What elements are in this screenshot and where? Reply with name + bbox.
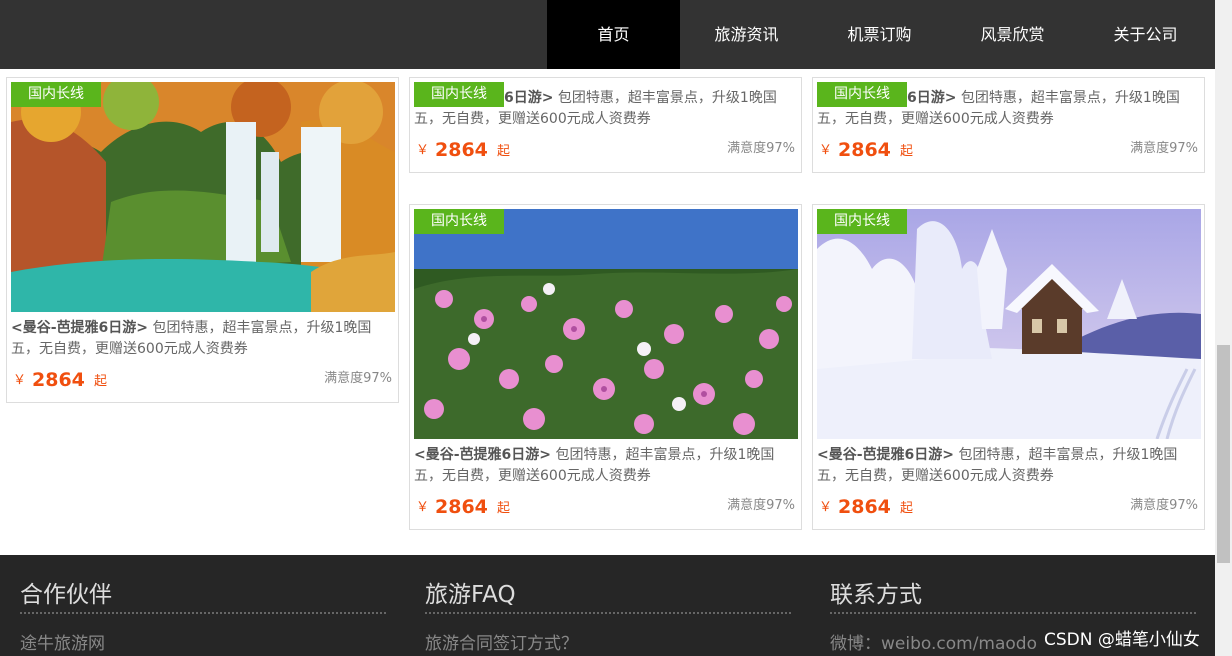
card-title[interactable]: <曼谷-芭提雅6日游>	[414, 447, 551, 463]
footer-link[interactable]: 微博：weibo.com/maodo	[830, 629, 1037, 654]
scrollbar-thumb[interactable]	[1217, 345, 1230, 563]
top-nav: 首页 旅游资讯 机票订购 风景欣赏 关于公司	[0, 0, 1215, 69]
price-suffix: 起	[94, 374, 108, 389]
nav-item-about[interactable]: 关于公司	[1079, 0, 1212, 69]
currency-symbol: ￥	[13, 373, 27, 388]
card-title[interactable]: <曼谷-芭提雅6日游>	[11, 320, 148, 336]
satisfaction-rate: 满意度97%	[727, 498, 795, 513]
price: 2864	[32, 369, 85, 391]
watermark: CSDN @蜡笔小仙女	[1044, 630, 1200, 650]
footer-title: 联系方式	[830, 582, 922, 608]
currency-symbol: ￥	[416, 500, 430, 515]
footer: 合作伙伴 途牛旅游网 旅游FAQ 旅游合同签订方式？ 联系方式 微博：weibo…	[0, 555, 1215, 656]
divider	[830, 612, 1196, 614]
tour-card[interactable]: 国内长线 <曼谷-芭提雅6日游> 包团特惠，超丰富景点，升级1晚国五，无自费，更…	[409, 204, 802, 530]
card-image-flowers[interactable]	[414, 209, 798, 439]
price-row: ￥ 2864 起 满意度97%	[416, 493, 795, 519]
category-tag: 国内长线	[414, 209, 504, 234]
card-title[interactable]: 6日游>	[414, 90, 553, 106]
nav-item-flight-booking[interactable]: 机票订购	[813, 0, 946, 69]
tour-card[interactable]: 国内长线 6日游> 包团特惠，超丰富景点，升级1晚国五，无自费，更赠送600元成…	[409, 77, 802, 173]
nav-item-home[interactable]: 首页	[547, 0, 680, 69]
card-description: <曼谷-芭提雅6日游> 包团特惠，超丰富景点，升级1晚国五，无自费，更赠送600…	[11, 320, 372, 357]
price-suffix: 起	[900, 501, 914, 516]
card-description: <曼谷-芭提雅6日游> 包团特惠，超丰富景点，升级1晚国五，无自费，更赠送600…	[817, 447, 1178, 484]
tour-card[interactable]: 国内长线 6日游> 包团特惠，超丰富景点，升级1晚国五，无自费，更赠送600元成…	[812, 77, 1205, 173]
price-suffix: 起	[900, 144, 914, 159]
footer-title: 合作伙伴	[20, 582, 112, 608]
tour-card[interactable]: 国内长线 <曼谷-芭提雅6日游> 包团特惠，超丰富景点，升级1晚国五，无自费，更…	[6, 77, 399, 403]
footer-link[interactable]: 旅游合同签订方式？	[425, 629, 578, 654]
satisfaction-rate: 满意度97%	[1130, 498, 1198, 513]
card-title[interactable]: <曼谷-芭提雅6日游>	[817, 447, 954, 463]
price-row: ￥ 2864 起 满意度97%	[819, 493, 1198, 519]
currency-symbol: ￥	[819, 500, 833, 515]
card-title[interactable]: 6日游>	[817, 90, 956, 106]
price-row: ￥ 2864 起 满意度97%	[819, 136, 1198, 162]
price-suffix: 起	[497, 144, 511, 159]
card-image-waterfall[interactable]	[11, 82, 395, 312]
satisfaction-rate: 满意度97%	[324, 371, 392, 386]
page: 首页 旅游资讯 机票订购 风景欣赏 关于公司 国内长线 <曼谷-芭提雅6日游> …	[0, 0, 1232, 656]
card-description: <曼谷-芭提雅6日游> 包团特惠，超丰富景点，升级1晚国五，无自费，更赠送600…	[414, 447, 775, 484]
price: 2864	[838, 496, 891, 518]
divider	[20, 612, 386, 614]
price-suffix: 起	[497, 501, 511, 516]
nav-item-travel-news[interactable]: 旅游资讯	[680, 0, 813, 69]
price: 2864	[838, 139, 891, 161]
price: 2864	[435, 496, 488, 518]
card-image-snow-cabin[interactable]	[817, 209, 1201, 439]
category-tag: 国内长线	[11, 82, 101, 107]
card-description: 6日游> 包团特惠，超丰富景点，升级1晚国五，无自费，更赠送600元成人资费券	[414, 90, 777, 127]
price-row: ￥ 2864 起 满意度97%	[13, 366, 392, 392]
satisfaction-rate: 满意度97%	[1130, 141, 1198, 156]
price-row: ￥ 2864 起 满意度97%	[416, 136, 795, 162]
currency-symbol: ￥	[416, 143, 430, 158]
footer-title: 旅游FAQ	[425, 582, 516, 608]
price: 2864	[435, 139, 488, 161]
nav-item-scenery[interactable]: 风景欣赏	[946, 0, 1079, 69]
vertical-scrollbar[interactable]	[1215, 0, 1232, 656]
divider	[425, 612, 791, 614]
card-description: 6日游> 包团特惠，超丰富景点，升级1晚国五，无自费，更赠送600元成人资费券	[817, 90, 1180, 127]
currency-symbol: ￥	[819, 143, 833, 158]
satisfaction-rate: 满意度97%	[727, 141, 795, 156]
footer-link[interactable]: 途牛旅游网	[20, 629, 105, 654]
category-tag: 国内长线	[817, 209, 907, 234]
tour-card[interactable]: 国内长线 <曼谷-芭提雅6日游> 包团特惠，超丰富景点，升级1晚国五，无自费，更…	[812, 204, 1205, 530]
